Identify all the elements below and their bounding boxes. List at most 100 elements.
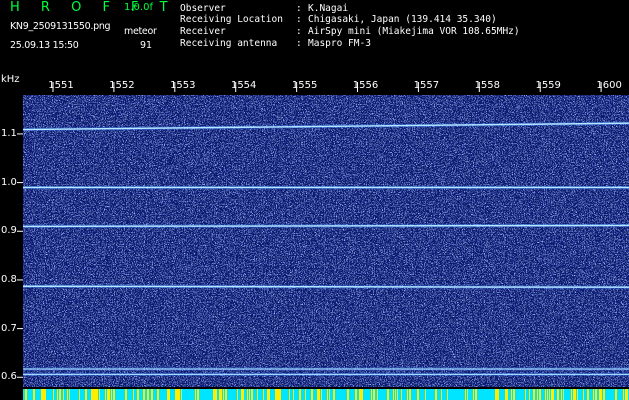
bottom-strip-segment xyxy=(329,389,330,400)
bottom-strip-segment xyxy=(63,389,64,400)
bottom-strip-segment xyxy=(85,389,87,400)
bottom-strip-segment xyxy=(67,389,68,400)
x-tick-label: 1559 xyxy=(535,80,561,91)
bottom-strip-segment xyxy=(539,389,541,400)
bottom-strip-segment xyxy=(563,389,564,400)
bottom-strip-segment xyxy=(133,389,134,400)
noise-speckle-bright xyxy=(23,95,629,387)
bottom-strip-segment xyxy=(545,389,546,400)
bottom-strip-segment xyxy=(45,389,46,400)
y-tick-label: 0.9 xyxy=(1,225,17,237)
bottom-strip-segment xyxy=(327,389,328,400)
bottom-strip-segment xyxy=(137,389,139,400)
bottom-strip-segment xyxy=(99,389,100,400)
bottom-strip-segment xyxy=(249,389,250,400)
bottom-strip-segment xyxy=(299,389,301,400)
bottom-strip-segment xyxy=(275,389,277,400)
bottom-strip xyxy=(23,389,629,400)
y-tick-label: 1.1 xyxy=(1,127,17,139)
bottom-strip-segment xyxy=(319,389,320,400)
bottom-strip-segment xyxy=(93,389,95,400)
bottom-strip-segment xyxy=(69,389,70,400)
bottom-strip-segment xyxy=(525,389,526,400)
bottom-strip-segment xyxy=(387,389,389,400)
bottom-strip-segment xyxy=(441,389,442,400)
bottom-strip-segment xyxy=(627,389,628,400)
bottom-strip-segment xyxy=(95,389,97,400)
x-tick-label: 1600 xyxy=(596,80,622,91)
bottom-strip-segment xyxy=(181,389,182,400)
spectrogram-plot xyxy=(17,82,629,400)
bottom-strip-segment xyxy=(257,389,258,400)
bottom-strip-segment xyxy=(475,389,477,400)
x-tick-label: 1554 xyxy=(230,80,257,91)
bottom-strip-segment xyxy=(601,389,602,400)
y-axis-unit-label: kHz xyxy=(1,74,20,85)
bottom-strip-segment xyxy=(269,389,270,400)
bottom-strip-segment xyxy=(41,389,43,400)
bottom-strip-segment xyxy=(91,389,93,400)
bottom-strip-segment xyxy=(599,389,601,400)
bottom-strip-segment xyxy=(197,389,199,400)
bottom-strip-segment xyxy=(435,389,437,400)
bottom-strip-segment xyxy=(547,389,548,400)
x-tick-label: 1555 xyxy=(291,80,318,91)
x-tick-label: 1557 xyxy=(413,80,440,91)
x-tick-label: 1552 xyxy=(109,80,135,91)
bottom-strip-segment xyxy=(511,389,512,400)
bottom-strip-segment xyxy=(513,389,515,400)
bottom-strip-segment xyxy=(125,389,127,400)
bottom-strip-segment xyxy=(57,389,58,400)
bottom-strip-segment xyxy=(151,389,153,400)
bottom-strip-segment xyxy=(157,389,159,400)
bottom-strip-segment xyxy=(465,389,466,400)
bottom-strip-segment xyxy=(79,389,80,400)
bottom-strip-segment xyxy=(417,389,419,400)
bottom-strip-segment xyxy=(537,389,538,400)
bottom-strip-segment xyxy=(603,389,605,400)
bottom-strip-segment xyxy=(401,389,402,400)
bottom-strip-segment xyxy=(237,389,238,400)
bottom-strip-segment xyxy=(333,389,335,400)
bottom-strip-segment xyxy=(317,389,319,400)
bottom-strip-segment xyxy=(593,389,594,400)
signal-line xyxy=(22,224,629,228)
bottom-strip-segment xyxy=(615,389,617,400)
bottom-strip-segment xyxy=(195,389,196,400)
bottom-strip-segment xyxy=(147,389,149,400)
bottom-strip-segment xyxy=(215,389,217,400)
y-tick-label: 0.8 xyxy=(1,273,17,285)
bottom-strip-segment xyxy=(293,389,294,400)
bottom-strip-segment xyxy=(33,389,35,400)
bottom-strip-segment xyxy=(289,389,290,400)
bottom-strip-segment xyxy=(395,389,396,400)
bottom-strip-segment xyxy=(355,389,357,400)
bottom-strip-segment xyxy=(497,389,499,400)
bottom-strip-segment xyxy=(595,389,597,400)
bottom-strip-segment xyxy=(551,389,553,400)
bottom-strip-segment xyxy=(109,389,110,400)
bottom-strip-segment xyxy=(223,389,224,400)
bottom-strip-segment xyxy=(505,389,507,400)
bottom-strip-segment xyxy=(25,389,27,400)
bottom-strip-segment xyxy=(97,389,98,400)
bottom-strip-segment xyxy=(175,389,177,400)
bottom-strip-segment xyxy=(623,389,624,400)
bottom-strip-segment xyxy=(243,389,244,400)
bottom-strip-segment xyxy=(113,389,115,400)
bottom-strip-segment xyxy=(169,389,170,400)
bottom-strip-segment xyxy=(371,389,372,400)
y-tick-label: 0.6 xyxy=(1,371,17,383)
bottom-strip-segment xyxy=(507,389,508,400)
bottom-strip-segment xyxy=(561,389,562,400)
bottom-strip-segment xyxy=(177,389,179,400)
bottom-strip-segment xyxy=(105,389,106,400)
bottom-strip-segment xyxy=(219,389,221,400)
bottom-strip-segment xyxy=(221,389,222,400)
bottom-strip-segment xyxy=(263,389,264,400)
bottom-strip-segment xyxy=(587,389,589,400)
bottom-strip-segment xyxy=(473,389,474,400)
bottom-strip-segment xyxy=(251,389,253,400)
bottom-strip-segment xyxy=(359,389,361,400)
bottom-strip-segment xyxy=(533,389,535,400)
